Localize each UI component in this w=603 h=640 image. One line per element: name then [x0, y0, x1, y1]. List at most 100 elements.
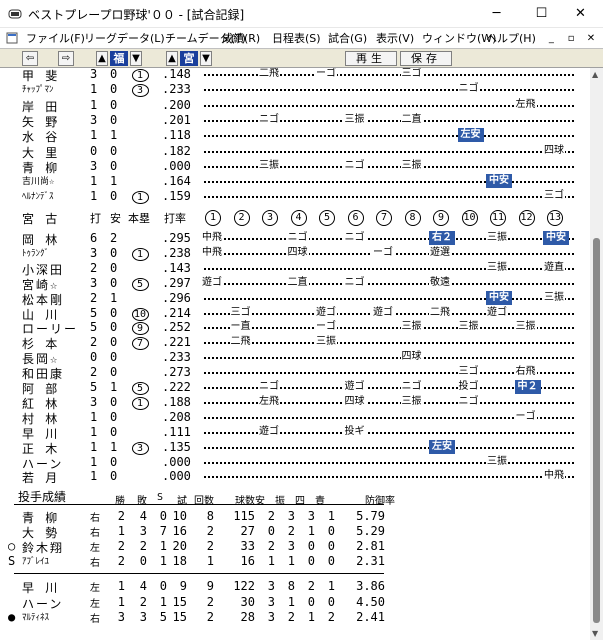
batter-at-bats: 1 — [90, 189, 98, 204]
inning-5: 5 — [319, 210, 335, 226]
scroll-down-icon[interactable]: ▼ — [592, 629, 598, 638]
pitcher-stat: 2 — [267, 509, 275, 523]
batter-average: .252 — [162, 320, 191, 335]
batter-average: .233 — [162, 82, 191, 97]
batter-hits: 0 — [110, 305, 118, 320]
team1-selector[interactable]: 福 — [110, 51, 128, 66]
team1-down-button[interactable]: ▼ — [130, 51, 142, 66]
dotted-line — [204, 464, 574, 479]
batter-hits: 0 — [110, 320, 118, 335]
pitching-divider-mid — [14, 573, 384, 574]
title-bar: ベストプレープロ野球'００ - [試合記録] ─ ☐ ✕ — [0, 0, 603, 28]
pitcher-stat: 0 — [307, 594, 315, 609]
pitcher-stat: 2 — [117, 509, 125, 523]
pitcher-stat: 2 — [117, 554, 125, 568]
batter-hits: 1 — [110, 128, 118, 143]
vertical-scrollbar[interactable]: ▲ ▼ — [590, 68, 603, 640]
batter-hr-cell: 5 — [130, 276, 150, 291]
batter-hits: 0 — [110, 82, 118, 97]
batter-average: .296 — [162, 290, 191, 305]
pitcher-name: ハーン — [22, 596, 64, 611]
batter-hits: 0 — [110, 394, 118, 409]
pitcher-stat: 4.50 — [356, 594, 385, 609]
batter-at-bats: 1 — [90, 439, 98, 454]
menu-file[interactable]: ファイル(F) — [26, 30, 85, 46]
pitcher-stat: 1 — [327, 579, 335, 593]
menu-help[interactable]: ヘルプ(H) — [486, 30, 536, 46]
inning-1: 1 — [205, 210, 221, 226]
pitcher-stat: 0 — [159, 509, 167, 523]
batter-hits: 0 — [110, 469, 118, 484]
batter-average: .208 — [162, 409, 191, 424]
batter-name: ﾄｩﾗﾝｸﾞ — [22, 248, 50, 259]
batter-average: .273 — [162, 365, 191, 380]
pitcher-stat: 1 — [307, 610, 315, 624]
batter-average: .221 — [162, 335, 191, 350]
batter-hr-cell: 9 — [130, 320, 150, 336]
pitcher-stat: 3 — [139, 524, 147, 538]
pitcher-stat: 2 — [139, 594, 147, 609]
pitcher-decision-mark: ○ — [8, 539, 16, 553]
batter-at-bats: 1 — [90, 128, 98, 143]
scroll-thumb[interactable] — [593, 238, 600, 623]
home-team-name: 宮 古 — [22, 212, 60, 226]
inning-10: 10 — [461, 210, 478, 226]
batter-average: .111 — [162, 424, 191, 439]
scroll-up-icon[interactable]: ▲ — [592, 70, 598, 79]
pitcher-name: ｱﾌﾞﾚｲﾕ — [22, 557, 50, 567]
mdi-restore-button[interactable]: ▫ — [563, 33, 579, 44]
minimize-button[interactable]: ─ — [474, 0, 519, 28]
pitcher-stat: 15 — [172, 610, 187, 624]
pitcher-stat: 1 — [117, 524, 125, 538]
batter-average: .000 — [162, 454, 191, 469]
menu-schedule[interactable]: 日程表(S) — [272, 30, 321, 46]
mdi-close-button[interactable]: ✕ — [583, 33, 599, 44]
inning-11: 11 — [490, 210, 506, 226]
at-bat-result: 中飛 — [543, 469, 565, 484]
next-game-button[interactable]: ⇨ — [58, 51, 74, 66]
document-icon[interactable] — [6, 32, 18, 44]
pitcher-stat: 7 — [159, 524, 167, 538]
pitcher-stat: 28 — [240, 610, 255, 624]
pitcher-hand: 左 — [90, 583, 100, 594]
pitcher-stat: 0 — [327, 594, 335, 609]
batter-average: .135 — [162, 439, 191, 454]
batter-average: .201 — [162, 112, 191, 127]
pitcher-stat: 3 — [139, 610, 147, 624]
dotted-line — [204, 345, 574, 360]
team2-down-button[interactable]: ▼ — [200, 51, 212, 66]
pitcher-stat: 3 — [267, 579, 275, 593]
pitcher-stat: 0 — [159, 579, 167, 593]
menu-stats[interactable]: 成績(R) — [222, 30, 260, 46]
pitcher-row: ● ﾏﾙﾃｨﾈｽ右 3 3 5 15 2 28 3 2 1 2 2.41 — [0, 610, 590, 625]
batter-hits: 0 — [110, 245, 118, 260]
menu-game[interactable]: 試合(G) — [328, 30, 367, 46]
mdi-minimize-button[interactable]: _ — [543, 33, 559, 44]
batter-hits: 0 — [110, 68, 118, 81]
batter-hits: 0 — [110, 350, 118, 365]
batter-at-bats: 2 — [90, 365, 98, 380]
menu-view[interactable]: 表示(V) — [376, 30, 414, 46]
batter-average: .238 — [162, 245, 191, 260]
menu-league-data[interactable]: リーグデータ(L) — [84, 30, 165, 46]
batter-home-runs: 1 — [131, 191, 149, 205]
pitcher-row: ハーン左 1 2 1 15 2 30 3 1 0 0 4.50 — [0, 594, 590, 611]
replay-button[interactable]: 再生 — [345, 51, 397, 66]
app-icon — [8, 9, 22, 19]
team2-up-button[interactable]: ▲ — [166, 51, 178, 66]
team1-up-button[interactable]: ▲ — [96, 51, 108, 66]
team2-selector[interactable]: 宮 — [180, 51, 198, 66]
prev-game-button[interactable]: ⇦ — [22, 51, 38, 66]
batter-average: .143 — [162, 260, 191, 275]
batter-home-runs: 1 — [131, 247, 149, 261]
close-button[interactable]: ✕ — [558, 0, 603, 28]
batter-at-bats: 0 — [90, 350, 98, 365]
inning-2: 2 — [233, 210, 250, 226]
save-button[interactable]: 保存 — [400, 51, 452, 66]
pitcher-stat: 0 — [139, 554, 147, 568]
pitcher-hand: 右 — [90, 614, 100, 625]
batter-name: 若 月 — [22, 471, 60, 486]
pitcher-name: 早 川 — [22, 581, 60, 595]
inning-4: 4 — [290, 210, 307, 226]
pitcher-decision-mark: S — [8, 554, 16, 568]
